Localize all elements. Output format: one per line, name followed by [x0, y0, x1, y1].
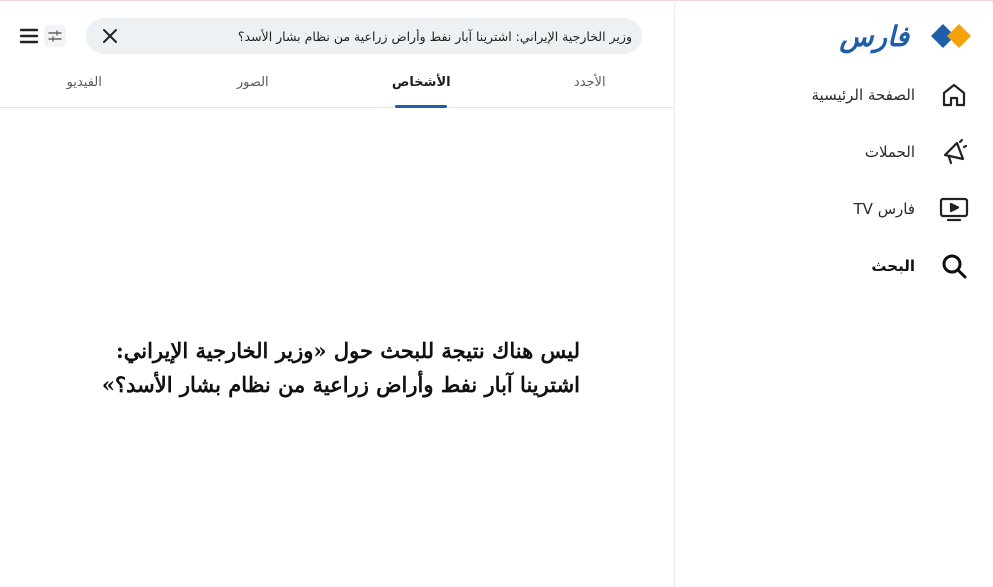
clear-search-button[interactable] — [98, 24, 122, 48]
sidebar-item-label: الحملات — [864, 142, 915, 161]
sidebar-item-tv[interactable]: فارس TV — [689, 180, 969, 237]
sidebar-item-label: الصفحة الرئيسية — [811, 85, 916, 104]
no-results-message: ليس هناك نتيجة للبحث حول «وزير الخارجية … — [101, 338, 580, 397]
tab-latest[interactable]: الأجدد — [506, 62, 675, 107]
sidebar-item-campaigns[interactable]: الحملات — [689, 123, 969, 180]
search-icon — [939, 251, 969, 281]
sidebar-item-label: البحث — [871, 256, 915, 275]
home-icon — [939, 80, 969, 110]
search-row — [0, 18, 674, 54]
logo-text: فارس — [839, 19, 909, 53]
search-box — [86, 18, 642, 54]
menu-button[interactable] — [18, 24, 40, 48]
sidebar-nav: الصفحة الرئيسية الحملات فارس TV البحث — [689, 66, 969, 294]
sidebar-item-label: فارس TV — [853, 199, 915, 218]
page: فارس الصفحة الرئيسية الحملات فارس TV الب… — [0, 0, 993, 587]
search-input[interactable] — [122, 18, 632, 54]
site-logo[interactable]: فارس — [839, 16, 973, 56]
tab-people[interactable]: الأشخاص — [337, 62, 506, 107]
close-icon — [103, 29, 117, 43]
megaphone-icon — [939, 137, 969, 167]
tab-photos[interactable]: الصور — [169, 62, 338, 107]
sidebar-item-home[interactable]: الصفحة الرئيسية — [689, 66, 969, 123]
filter-sliders-icon — [48, 30, 62, 42]
tab-videos[interactable]: الفيديو — [0, 62, 169, 107]
main-content: الأجدد الأشخاص الصور الفيديو ليس هناك نت… — [0, 2, 674, 587]
menu-icon — [19, 28, 39, 44]
filter-button[interactable] — [44, 25, 66, 47]
logo-mark-icon — [931, 16, 973, 56]
sidebar-item-search[interactable]: البحث — [689, 237, 969, 294]
result-tabs: الأجدد الأشخاص الصور الفيديو — [0, 62, 674, 108]
sidebar: فارس الصفحة الرئيسية الحملات فارس TV الب… — [674, 2, 993, 587]
tv-play-icon — [939, 194, 969, 224]
